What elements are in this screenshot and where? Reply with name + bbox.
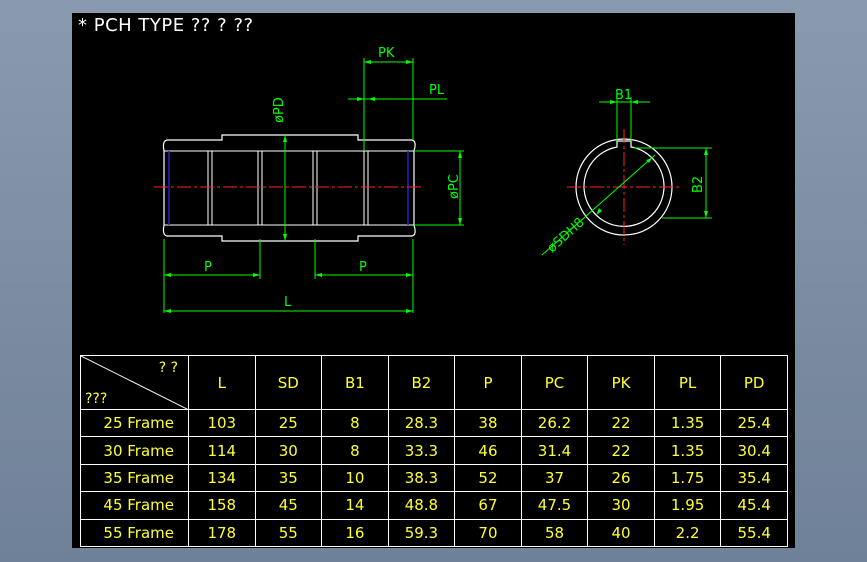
value-cell: 35 <box>254 463 323 493</box>
frame-cell: 55 Frame <box>80 518 189 548</box>
header-pc: PC <box>520 355 589 410</box>
value-cell: 55.4 <box>720 518 788 548</box>
l-label: L <box>284 295 292 310</box>
segment-3 <box>312 151 318 225</box>
corner-top-label: ? ? <box>158 360 178 376</box>
header-b2: B2 <box>387 355 456 410</box>
value-cell: 33.3 <box>387 436 456 465</box>
value-cell: 67 <box>454 491 522 520</box>
header-b1: B1 <box>321 355 389 410</box>
value-cell: 10 <box>321 463 389 493</box>
end-view: B1 B2 øSDH8 <box>541 88 712 256</box>
drawing-canvas: * PCH TYPE ?? ? ?? PK PL øPD øPC P P L B… <box>72 13 795 548</box>
value-cell: 30 <box>254 436 323 465</box>
value-cell: 38.3 <box>387 463 456 493</box>
value-cell: 52 <box>454 463 522 493</box>
header-p: P <box>454 355 522 410</box>
pl-label: PL <box>429 83 445 98</box>
pc-label: øPC <box>447 174 462 199</box>
value-cell: 30.4 <box>720 436 788 465</box>
value-cell: 158 <box>188 491 256 520</box>
value-cell: 8 <box>321 436 389 465</box>
value-cell: 45 <box>254 491 323 520</box>
value-cell: 55 <box>254 518 323 548</box>
value-cell: 58 <box>520 518 589 548</box>
corner-bottom-label: ??? <box>85 391 108 407</box>
value-cell: 30 <box>587 491 655 520</box>
value-cell: 103 <box>188 408 256 438</box>
frame-cell: 45 Frame <box>80 491 189 520</box>
value-cell: 48.8 <box>387 491 456 520</box>
corner-cell: ? ? ??? <box>80 355 189 410</box>
value-cell: 46 <box>454 436 522 465</box>
value-cell: 25.4 <box>720 408 788 438</box>
value-cell: 16 <box>321 518 389 548</box>
value-cell: 22 <box>587 436 655 465</box>
header-sd: SD <box>254 355 323 410</box>
table-row: 25 Frame 103 25 8 28.3 38 26.2 22 1.35 2… <box>80 408 788 438</box>
segment-4 <box>363 151 369 225</box>
p-left-label: P <box>204 260 212 275</box>
value-cell: 22 <box>587 408 655 438</box>
header-l: L <box>188 355 256 410</box>
table-row: 55 Frame 178 55 16 59.3 70 58 40 2.2 55.… <box>80 518 788 548</box>
value-cell: 1.95 <box>653 491 722 520</box>
p-right-label: P <box>359 260 367 275</box>
frame-cell: 25 Frame <box>80 408 189 438</box>
value-cell: 28.3 <box>387 408 456 438</box>
value-cell: 26.2 <box>520 408 589 438</box>
header-pl: PL <box>653 355 722 410</box>
value-cell: 38 <box>454 408 522 438</box>
table-row: 45 Frame 158 45 14 48.8 67 47.5 30 1.95 … <box>80 491 788 520</box>
value-cell: 31.4 <box>520 436 589 465</box>
value-cell: 134 <box>188 463 256 493</box>
value-cell: 2.2 <box>653 518 722 548</box>
b1-label: B1 <box>615 88 632 103</box>
header-pd: PD <box>720 355 788 410</box>
value-cell: 114 <box>188 436 256 465</box>
value-cell: 26 <box>587 463 655 493</box>
spec-table: ? ? ??? L SD B1 B2 P PC PK PL PD 25 Fram… <box>80 355 788 548</box>
value-cell: 25 <box>254 408 323 438</box>
technical-drawing: PK PL øPD øPC P P L B1 B2 øSDH8 <box>154 46 712 313</box>
frame-cell: 35 Frame <box>80 463 189 493</box>
value-cell: 47.5 <box>520 491 589 520</box>
table-row: 35 Frame 134 35 10 38.3 52 37 26 1.75 35… <box>80 463 788 493</box>
value-cell: 1.75 <box>653 463 722 493</box>
segment-1 <box>207 151 213 225</box>
side-view: PK PL øPD øPC P P L <box>154 46 464 313</box>
frame-cell: 30 Frame <box>80 436 189 465</box>
pd-label: øPD <box>272 97 287 123</box>
table-header-row: ? ? ??? L SD B1 B2 P PC PK PL PD <box>80 355 788 410</box>
segment-2 <box>257 151 263 225</box>
value-cell: 8 <box>321 408 389 438</box>
value-cell: 1.35 <box>653 436 722 465</box>
value-cell: 70 <box>454 518 522 548</box>
value-cell: 40 <box>587 518 655 548</box>
value-cell: 45.4 <box>720 491 788 520</box>
value-cell: 14 <box>321 491 389 520</box>
table-row: 30 Frame 114 30 8 33.3 46 31.4 22 1.35 3… <box>80 436 788 465</box>
value-cell: 1.35 <box>653 408 722 438</box>
sd-label: øSDH8 <box>545 215 588 256</box>
value-cell: 35.4 <box>720 463 788 493</box>
b2-label: B2 <box>691 176 706 193</box>
value-cell: 37 <box>520 463 589 493</box>
header-pk: PK <box>587 355 655 410</box>
value-cell: 178 <box>188 518 256 548</box>
pk-label: PK <box>378 46 395 61</box>
value-cell: 59.3 <box>387 518 456 548</box>
